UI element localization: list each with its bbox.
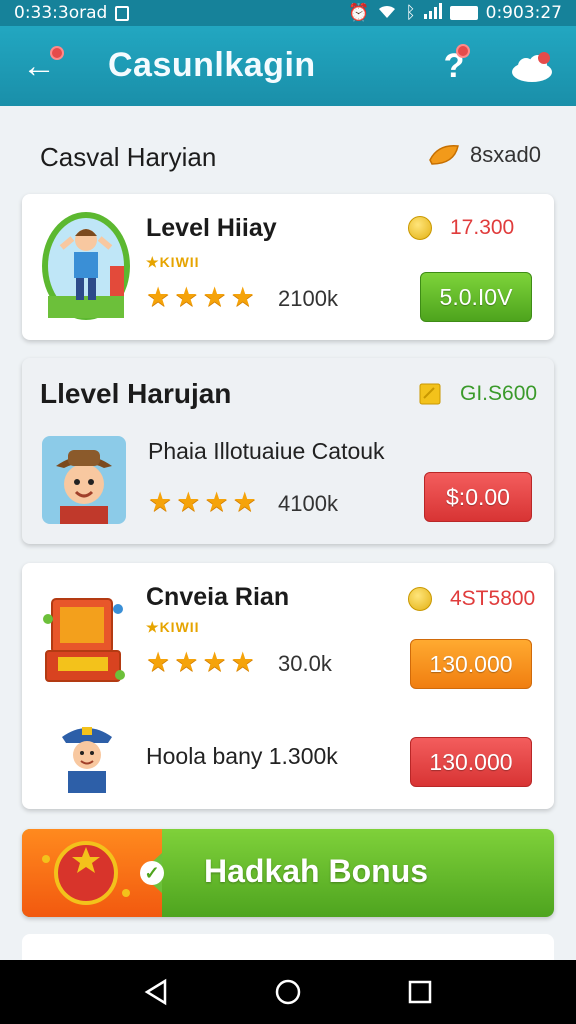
status-left-text: 0:33:3orad bbox=[14, 3, 108, 23]
help-button[interactable]: ? bbox=[434, 44, 474, 88]
play-button[interactable]: $:0.00 bbox=[424, 472, 532, 522]
secondary-play-button[interactable]: 130.000 bbox=[410, 737, 532, 787]
wifi-icon bbox=[377, 3, 397, 24]
reward: GI.S600 bbox=[418, 382, 537, 406]
level-card-3[interactable]: Cnveia Rian ★KIWII ★ ★ ★ ★ 30.0k 4ST5800… bbox=[22, 563, 554, 809]
nav-home-button[interactable] bbox=[268, 972, 308, 1012]
ticket-icon bbox=[419, 383, 441, 405]
circle-home-icon bbox=[275, 979, 301, 1005]
treasure-chest-icon bbox=[38, 579, 128, 687]
reward: 4ST5800 bbox=[408, 587, 535, 611]
crown-icon: ★ bbox=[146, 619, 160, 635]
star-icon: ★ bbox=[174, 282, 199, 312]
crown-icon: ★ bbox=[146, 254, 160, 270]
card-title: Cnveia Rian bbox=[146, 583, 290, 611]
rating-count: 4100k bbox=[278, 491, 338, 516]
bonus-label: Hadkah Bonus bbox=[204, 853, 429, 889]
star-icon: ★ bbox=[176, 487, 201, 517]
reward-value: 4ST5800 bbox=[450, 587, 536, 610]
boy-avatar-icon bbox=[40, 210, 132, 322]
card-title: Llevel Harujan bbox=[40, 378, 232, 409]
level-card-1[interactable]: Level Hiiay ★KIWII ★ ★ ★ ★ 2100k 17.300 … bbox=[22, 194, 554, 340]
battery-icon bbox=[449, 6, 478, 20]
star-icon: ★ bbox=[230, 647, 255, 677]
help-dot bbox=[456, 44, 470, 58]
star-icon: ★ bbox=[204, 487, 229, 517]
star-icon: ★ bbox=[202, 282, 227, 312]
navigation-bar bbox=[0, 960, 576, 1024]
play-button[interactable]: 5.0.I0V bbox=[420, 272, 532, 322]
status-bar: 0:33:3orad ⏰ ᛒ 0:903:27 bbox=[0, 0, 576, 26]
reward: 17.300 bbox=[408, 216, 514, 240]
bonus-button[interactable]: ✓ Hadkah Bonus bbox=[22, 829, 554, 917]
coin-icon bbox=[408, 216, 432, 240]
card-tag: ★KIWII bbox=[146, 619, 200, 636]
star-icon: ★ bbox=[230, 282, 255, 312]
app-bar: ← Casunlkagin ? bbox=[0, 26, 576, 106]
back-button[interactable]: ← bbox=[22, 46, 64, 84]
star-icon: ★ bbox=[148, 487, 173, 517]
star-icon: ★ bbox=[174, 647, 199, 677]
rating-count: 30.0k bbox=[278, 651, 332, 676]
secondary-row-label: Hoola bany 1.300k bbox=[146, 743, 338, 769]
square-recents-icon bbox=[408, 980, 432, 1004]
app-title: Casunlkagin bbox=[108, 46, 316, 84]
star-icon: ★ bbox=[232, 487, 257, 517]
reward-value: 17.300 bbox=[450, 216, 515, 239]
nav-back-button[interactable] bbox=[136, 972, 176, 1012]
section-score-value: 8sxad0 bbox=[470, 142, 541, 167]
section-title: Casval Haryian bbox=[40, 142, 217, 172]
triangle-back-icon bbox=[144, 978, 167, 1006]
bluetooth-icon: ᛒ bbox=[405, 3, 416, 23]
rating-stars: ★ ★ ★ ★ bbox=[146, 648, 255, 676]
card-tag-text: KIWII bbox=[159, 254, 200, 270]
chevron-right-icon: ✓ bbox=[140, 861, 164, 885]
alarm-icon: ⏰ bbox=[348, 3, 370, 23]
rating-stars: ★ ★ ★ ★ bbox=[148, 488, 257, 516]
notification-icon bbox=[115, 5, 130, 21]
coin-icon bbox=[408, 587, 432, 611]
reward-value: GI.S600 bbox=[460, 382, 538, 405]
cloud-icon bbox=[512, 52, 552, 82]
card-tag: ★KIWII bbox=[146, 254, 200, 271]
star-icon: ★ bbox=[146, 282, 171, 312]
cloud-button[interactable] bbox=[510, 52, 554, 82]
rating-stars: ★ ★ ★ ★ bbox=[146, 283, 255, 311]
star-icon: ★ bbox=[202, 647, 227, 677]
card-subtitle: Phaia Illotuaiue Catouk bbox=[148, 438, 385, 464]
rating-count: 2100k bbox=[278, 286, 338, 311]
section-score: 8sxad0 bbox=[428, 142, 541, 168]
status-time: 0:903:27 bbox=[485, 3, 562, 23]
signal-icon bbox=[423, 2, 442, 24]
play-button[interactable]: 130.000 bbox=[410, 639, 532, 689]
card-title: Level Hiiay bbox=[146, 214, 277, 242]
cowboy-avatar-icon bbox=[42, 436, 126, 524]
level-card-2[interactable]: Llevel Harujan GI.S600 Phaia Illotuaiue … bbox=[22, 358, 554, 544]
police-avatar-icon bbox=[56, 719, 118, 793]
notification-dot bbox=[50, 46, 64, 60]
candy-icon bbox=[429, 145, 459, 165]
nav-recents-button[interactable] bbox=[400, 972, 440, 1012]
card-tag-text: KIWII bbox=[159, 619, 200, 635]
star-icon: ★ bbox=[146, 647, 171, 677]
